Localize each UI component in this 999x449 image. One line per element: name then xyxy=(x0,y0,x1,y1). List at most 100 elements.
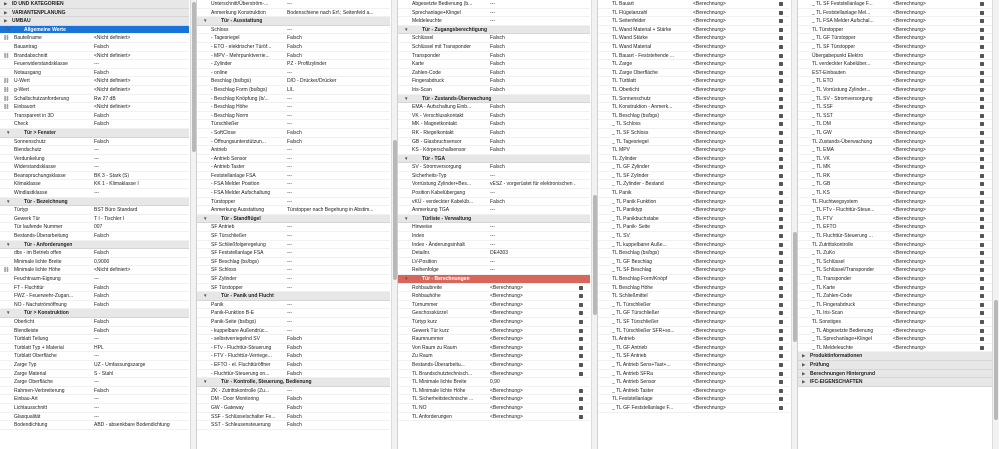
property-value[interactable]: <Nicht definiert> xyxy=(94,266,175,274)
property-value[interactable]: <Berechnung> xyxy=(490,404,576,412)
property-value[interactable]: --- xyxy=(287,189,376,197)
property-row[interactable]: KS - Körperschallsensor Falsch xyxy=(398,146,590,155)
property-value[interactable]: <Berechnung> xyxy=(693,309,776,317)
property-value[interactable]: --- xyxy=(287,232,376,240)
property-value[interactable]: <Berechnung> xyxy=(893,180,977,188)
property-row[interactable]: Widerstandsklasse --- xyxy=(0,163,189,172)
property-row[interactable]: _ TL GF Beschlag <Berechnung> xyxy=(598,258,790,267)
property-row[interactable]: Beanspruchungsklasse BK 3 - Stark (S) xyxy=(0,172,189,181)
property-row[interactable]: Notausgang Falsch xyxy=(0,69,189,78)
panel-3-scroll-thumb[interactable] xyxy=(593,195,597,315)
property-value[interactable]: Falsch xyxy=(94,327,175,335)
property-value[interactable]: <Berechnung> xyxy=(490,335,576,343)
property-row[interactable]: _ TL Iris-Scan <Berechnung> xyxy=(798,309,992,318)
property-row[interactable]: - Tagesriegel Falsch xyxy=(197,34,390,43)
property-row[interactable]: TL Feststellanlage <Berechnung> xyxy=(598,395,790,404)
property-value[interactable]: <Berechnung> xyxy=(693,352,776,360)
property-value[interactable]: <Berechnung> xyxy=(490,370,576,378)
panel-1-scroll-thumb[interactable] xyxy=(192,2,196,152)
property-value[interactable]: L/L xyxy=(287,86,376,94)
property-row[interactable]: _ TL RK <Berechnung> xyxy=(798,172,992,181)
property-value[interactable]: --- xyxy=(287,327,376,335)
property-value[interactable]: <Berechnung> xyxy=(693,215,776,223)
property-value[interactable]: <Berechnung> xyxy=(893,249,977,257)
property-row[interactable]: _ TL ETO <Berechnung> xyxy=(798,77,992,86)
property-row[interactable]: _ TL Panik Funktion <Berechnung> xyxy=(598,198,790,207)
property-value[interactable]: --- xyxy=(287,198,376,206)
property-value[interactable]: --- xyxy=(287,26,376,34)
property-row[interactable]: _ TL Türschließer <Berechnung> xyxy=(598,301,790,310)
property-value[interactable]: <Berechnung> xyxy=(893,309,977,317)
property-row[interactable]: TL Antrieb <Berechnung> xyxy=(598,335,790,344)
property-row[interactable]: _ TL Antrieb Sensor <Berechnung> xyxy=(598,378,790,387)
property-value[interactable]: <Berechnung> xyxy=(893,258,977,266)
property-value[interactable]: <Berechnung> xyxy=(693,232,776,240)
property-value[interactable]: Türstopper nach Begehung in Abstim... xyxy=(287,206,376,214)
property-row[interactable]: Türtyp BST Büro Standard xyxy=(0,206,189,215)
section-tur-zugangsberechtigung[interactable]: ▼ Tür - Zugangsberechtigung xyxy=(398,25,590,35)
property-row[interactable]: _ TL SF Türschließer <Berechnung> xyxy=(598,318,790,327)
property-row[interactable]: - MPV - Mehrpunktverrie... Falsch xyxy=(197,52,390,61)
property-value[interactable]: Falsch xyxy=(287,335,376,343)
property-row[interactable]: TL verdeckter Kabelüber... <Berechnung> xyxy=(798,60,992,69)
property-row[interactable]: Türnummer <Berechnung> xyxy=(398,301,590,310)
property-row[interactable]: ⛓ Brandabschnitt <Nicht definiert> xyxy=(0,52,189,61)
property-value[interactable]: KK 1 - Klimaklasse I xyxy=(94,180,175,188)
property-row[interactable]: Check Falsch xyxy=(0,120,189,129)
property-value[interactable]: <Berechnung> xyxy=(893,215,977,223)
property-value[interactable]: <Berechnung> xyxy=(693,395,776,403)
property-row[interactable]: Türblatt Teilung --- xyxy=(0,335,189,344)
property-row[interactable]: Minimale lichte Breite 0,9000 xyxy=(0,258,189,267)
property-value[interactable]: Falsch xyxy=(94,301,175,309)
property-row[interactable]: Gewerk Tür kurz <Berechnung> xyxy=(398,327,590,336)
property-row[interactable]: Index --- xyxy=(398,232,590,241)
property-value[interactable]: --- xyxy=(490,266,576,274)
property-value[interactable]: <Berechnung> xyxy=(693,378,776,386)
section-tur-ausstattung[interactable]: ▼ Tür - Ausstattung xyxy=(197,17,390,26)
property-row[interactable]: Rohbauhöhe <Berechnung> xyxy=(398,292,590,301)
panel-4-scroll-thumb[interactable] xyxy=(793,232,797,342)
property-value[interactable]: Falsch xyxy=(94,112,175,120)
property-value[interactable]: --- xyxy=(287,284,376,292)
property-row[interactable]: - FTv - Fluchttür-Steuerung Falsch xyxy=(197,344,390,353)
property-row[interactable]: TL Beschlag (bs/bgs) <Berechnung> xyxy=(598,112,790,121)
property-value[interactable]: Falsch xyxy=(490,198,576,206)
property-row[interactable]: _ TL Transponder <Berechnung> xyxy=(798,275,992,284)
property-value[interactable]: <Berechnung> xyxy=(693,34,776,42)
section-ifc-eigenschaften[interactable]: ▶ IFC-EIGENSCHAFTEN xyxy=(798,378,992,387)
property-value[interactable]: <Berechnung> xyxy=(693,95,776,103)
section-tur-bezeichnung[interactable]: ▼ Tür - Bezeichnung xyxy=(0,197,189,207)
property-value[interactable]: <Berechnung> xyxy=(693,69,776,77)
property-value[interactable]: --- xyxy=(287,120,376,128)
property-row[interactable]: _ TL FTv - Fluchttür-Steue... <Berechnung… xyxy=(798,206,992,215)
property-value[interactable]: --- xyxy=(490,172,576,180)
property-row[interactable]: _ TL Panik- Seite <Berechnung> xyxy=(598,223,790,233)
property-row[interactable]: _ TL GF Antrieb <Berechnung> xyxy=(598,344,790,353)
property-value[interactable]: <Berechnung> xyxy=(490,327,576,335)
property-row[interactable]: FWZ - Feuerwehr-Zugan... Falsch xyxy=(0,292,189,301)
property-value[interactable]: --- xyxy=(287,95,376,103)
property-row[interactable]: TL Minimale lichte Breite 0,90 xyxy=(398,378,590,387)
property-value[interactable]: Falsch xyxy=(490,86,576,94)
property-row[interactable]: Meldeleuchte --- xyxy=(398,17,590,26)
property-row[interactable]: Zahlen-Code Falsch xyxy=(398,69,590,78)
property-row[interactable]: TL Panik <Berechnung> xyxy=(598,189,790,198)
property-value[interactable]: <Berechnung> xyxy=(893,335,977,343)
property-value[interactable]: --- xyxy=(490,9,576,17)
property-value[interactable]: HPL xyxy=(94,344,175,352)
property-row[interactable]: Blendschutz --- xyxy=(0,146,189,155)
property-row[interactable]: Unterschnitt/Überström-... --- xyxy=(197,0,390,9)
panel-5-scrollbar[interactable] xyxy=(992,0,999,449)
property-row[interactable]: TL Zutrittskontrolle <Berechnung> xyxy=(798,241,992,250)
property-value[interactable]: --- xyxy=(287,172,376,180)
chevron-right-icon[interactable]: ▶ xyxy=(4,17,7,25)
property-value[interactable]: --- xyxy=(490,232,576,240)
property-value[interactable]: --- xyxy=(94,275,175,283)
property-row[interactable]: Panik-Seite (bs/bgs) --- xyxy=(197,318,390,327)
property-value[interactable]: --- xyxy=(490,17,576,25)
property-value[interactable]: <Berechnung> xyxy=(893,138,977,146)
property-value[interactable]: <Berechnung> xyxy=(893,275,977,283)
property-value[interactable]: <Berechnung> xyxy=(893,17,977,25)
property-row[interactable]: Anmerkung Konstruktion Bodenschiene nach … xyxy=(197,9,390,18)
property-value[interactable]: <Berechnung> xyxy=(693,129,776,137)
